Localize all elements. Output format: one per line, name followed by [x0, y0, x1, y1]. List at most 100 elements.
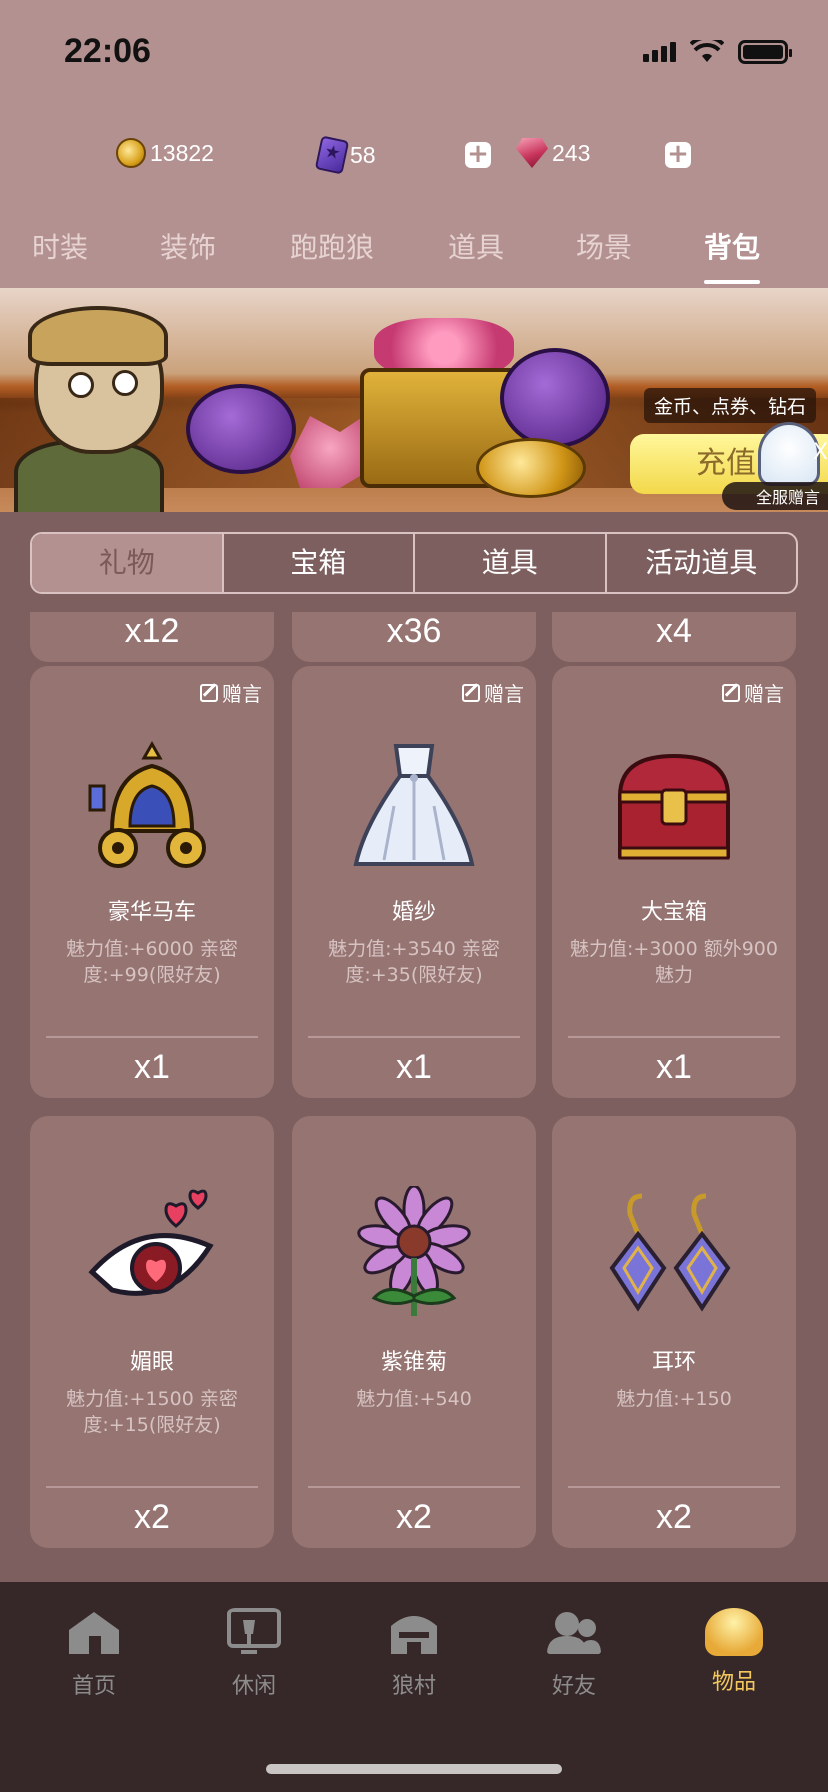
- item-grid[interactable]: x12 x36 x4 赠言 豪华马车 魅力值:+6000 亲密度:+99(限好友…: [0, 612, 828, 1580]
- ticket-count: 58: [350, 141, 376, 168]
- item-card-partial[interactable]: x12: [30, 612, 274, 662]
- home-icon: [69, 1612, 119, 1654]
- broadcast-dress-icon: [758, 422, 820, 486]
- status-bar: 22:06: [0, 0, 828, 100]
- gem-count: 243: [552, 139, 591, 166]
- item-card-treasure-chest[interactable]: 赠言 大宝箱 魅力值:+3000 额外900魅力 x1: [552, 666, 796, 1098]
- wedding-dress-icon: [353, 744, 475, 866]
- item-name: 耳环: [651, 1350, 696, 1375]
- item-card-partial[interactable]: x36: [292, 612, 536, 662]
- edit-icon: [722, 683, 740, 702]
- gift-message-button[interactable]: 赠言: [722, 678, 784, 707]
- main-tabs: 时装 装饰 跑跑狼 道具 场景 背包: [0, 226, 828, 286]
- wifi-icon: [690, 40, 724, 62]
- item-card-earring[interactable]: 耳环 魅力值:+150 x2: [552, 1116, 796, 1548]
- banner-character: [8, 300, 178, 512]
- item-quantity: x2: [134, 1498, 170, 1536]
- card-divider: [568, 1036, 780, 1038]
- home-indicator[interactable]: [266, 1764, 562, 1774]
- currency-bar: 13822 58 + 243 +: [0, 132, 828, 178]
- purple-sack-right: [500, 348, 610, 448]
- card-divider: [46, 1036, 258, 1038]
- nav-friends[interactable]: 好友: [514, 1608, 634, 1700]
- gift-message-button[interactable]: 赠言: [200, 678, 262, 707]
- banner-label: 金币、点券、钻石: [643, 388, 816, 423]
- battery-icon: [738, 40, 792, 64]
- item-quantity: x1: [134, 1048, 170, 1086]
- coin-count: 13822: [150, 139, 214, 166]
- item-card-wink-eye[interactable]: 媚眼 魅力值:+1500 亲密度:+15(限好友) x2: [30, 1116, 274, 1548]
- item-name: 豪华马车: [107, 900, 196, 925]
- nav-leisure[interactable]: 休闲: [194, 1608, 314, 1700]
- leisure-icon: [227, 1608, 281, 1654]
- coin-balance: 13822: [116, 138, 214, 168]
- add-tickets-button[interactable]: +: [465, 141, 491, 168]
- add-gems-button[interactable]: +: [665, 141, 691, 168]
- item-name: 媚眼: [129, 1350, 174, 1375]
- tab-running-wolf[interactable]: 跑跑狼: [290, 226, 374, 266]
- nav-items[interactable]: 物品: [674, 1608, 794, 1696]
- ticket-icon: [314, 135, 350, 175]
- system-icons: [643, 40, 792, 64]
- card-divider: [46, 1486, 258, 1488]
- item-name: 婚纱: [391, 900, 436, 925]
- tab-scene[interactable]: 场景: [576, 226, 632, 266]
- broadcast-button[interactable]: 全服赠言: [721, 482, 828, 510]
- subtab-gift[interactable]: 礼物: [32, 534, 224, 592]
- coin-icon: [116, 138, 146, 168]
- item-card-wedding-dress[interactable]: 赠言 婚纱 魅力值:+3540 亲密度:+35(限好友) x1: [292, 666, 536, 1098]
- card-divider: [568, 1486, 780, 1488]
- item-quantity: x4: [656, 612, 692, 650]
- broadcast-close-icon[interactable]: X: [813, 440, 828, 465]
- item-description: 魅力值:+540: [356, 1388, 472, 1410]
- items-icon: [705, 1608, 763, 1656]
- item-description: 魅力值:+3000 额外900魅力: [570, 938, 778, 986]
- wolf-village-icon: [391, 1616, 437, 1654]
- treasure-chest-icon: [617, 753, 731, 860]
- card-divider: [308, 1486, 520, 1488]
- gem-icon: [516, 138, 548, 168]
- tab-decoration[interactable]: 装饰: [160, 226, 216, 266]
- item-quantity: x1: [656, 1048, 692, 1086]
- wink-eye-icon: [88, 1189, 214, 1296]
- echinacea-flower-icon: [357, 1186, 471, 1316]
- subtab-event-props[interactable]: 活动道具: [607, 534, 797, 592]
- item-card-echinacea[interactable]: 紫锥菊 魅力值:+540 x2: [292, 1116, 536, 1548]
- item-description: 魅力值:+150: [616, 1388, 732, 1410]
- item-quantity: x2: [656, 1498, 692, 1536]
- item-quantity: x36: [386, 612, 442, 650]
- edit-icon: [200, 683, 218, 702]
- signal-icon: [643, 42, 676, 62]
- bottom-nav: 首页 休闲 狼村 好友 物品: [0, 1582, 828, 1792]
- item-quantity: x12: [124, 612, 180, 650]
- ticket-balance: 58: [314, 135, 376, 175]
- tab-backpack[interactable]: 背包: [703, 226, 761, 284]
- card-divider: [308, 1036, 520, 1038]
- gold-coins: [476, 438, 586, 498]
- item-quantity: x2: [396, 1498, 432, 1536]
- promo-banner[interactable]: 金币、点券、钻石 充值 X 全服赠言: [0, 288, 828, 512]
- item-description: 魅力值:+1500 亲密度:+15(限好友): [66, 1388, 238, 1436]
- status-time: 22:06: [64, 32, 151, 70]
- item-description: 魅力值:+6000 亲密度:+99(限好友): [66, 938, 238, 986]
- subtab-chest[interactable]: 宝箱: [224, 534, 415, 592]
- tab-props[interactable]: 道具: [448, 226, 504, 266]
- carriage-icon: [88, 740, 206, 868]
- gem-balance: 243: [516, 138, 590, 168]
- backpack-sub-tabs: 礼物 宝箱 道具 活动道具: [30, 532, 798, 594]
- item-quantity: x1: [396, 1048, 432, 1086]
- friends-icon: [547, 1612, 601, 1654]
- item-card-partial[interactable]: x4: [552, 612, 796, 662]
- nav-wolf-village[interactable]: 狼村: [354, 1608, 474, 1700]
- nav-home[interactable]: 首页: [34, 1608, 154, 1700]
- gift-message-button[interactable]: 赠言: [462, 678, 524, 707]
- item-description: 魅力值:+3540 亲密度:+35(限好友): [328, 938, 500, 986]
- purple-sack-left: [186, 384, 296, 474]
- edit-icon: [462, 683, 480, 702]
- subtab-props[interactable]: 道具: [415, 534, 607, 592]
- top-header: 22:06 13822 58 + 243 + 时: [0, 0, 828, 288]
- earring-icon: [609, 1193, 731, 1312]
- item-name: 大宝箱: [640, 900, 707, 925]
- item-card-carriage[interactable]: 赠言 豪华马车 魅力值:+6000 亲密度:+99(限好友) x1: [30, 666, 274, 1098]
- tab-fashion[interactable]: 时装: [32, 226, 88, 266]
